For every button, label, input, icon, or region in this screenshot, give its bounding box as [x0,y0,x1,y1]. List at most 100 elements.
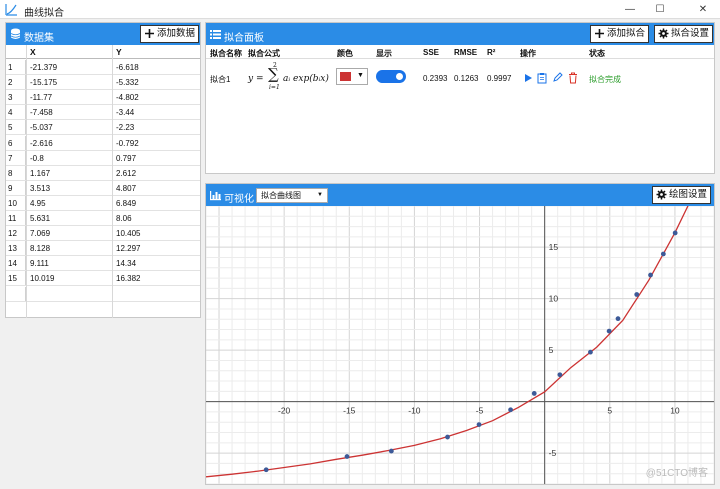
x-tick-label: -15 [343,406,356,416]
cell-x: -7.458 [30,108,53,118]
visualization-header: 可视化 拟合曲线图 ▼ 绘图设置 [206,184,714,206]
gear-icon [658,28,669,39]
index-column-divider [26,45,27,318]
cell-y: -2.23 [116,123,135,133]
data-point [606,328,612,334]
cell-y: 12.297 [116,244,141,254]
row-index: 12 [6,226,26,241]
header-r2: R² [487,48,496,57]
play-icon[interactable] [523,73,533,83]
fit-row[interactable]: 拟合1 y = 2 ∑ i=1 aᵢ exp(bᵢx) ▼ 0.2393 0.1… [206,60,714,100]
table-header: X Y [6,45,200,59]
header-rmse: RMSE [454,48,478,57]
data-point [531,391,537,396]
cell-y: 8.06 [116,214,132,223]
row-index [6,286,26,301]
table-row[interactable]: 1 -21.379 -6.618 [6,60,200,76]
row-index: 10 [6,195,26,210]
plot-type-select[interactable]: 拟合曲线图 ▼ [256,188,328,203]
formula-sum-bottom: i=1 [269,84,280,91]
row-index: 7 [6,150,26,165]
clipboard-icon[interactable] [537,72,547,84]
table-row[interactable]: 12 7.069 10.405 [6,226,200,242]
column-header-x: X [30,47,36,57]
row-index: 11 [6,211,26,226]
fit-name: 拟合1 [210,75,231,84]
x-tick-label: 5 [607,406,612,416]
cell-x: -2.616 [30,138,53,148]
plus-icon [145,29,154,38]
table-row[interactable]: 14 9.111 14.34 [6,256,200,272]
table-row[interactable]: 9 3.513 4.807 [6,180,200,196]
cell-x: 3.513 [30,183,51,193]
cell-x: 5.631 [30,214,51,223]
bar-chart-icon [210,191,221,201]
data-point [388,448,394,454]
cell-y: 6.849 [116,198,137,208]
plus-icon [595,29,604,38]
add-fit-button[interactable]: 添加拟合 [590,25,650,43]
data-point [344,454,350,459]
gear-icon [656,189,667,200]
show-toggle[interactable] [376,70,406,83]
maximize-button[interactable]: ☐ [647,0,673,19]
y-tick-label: 10 [549,294,559,304]
minimize-button[interactable]: — [617,0,643,19]
table-row[interactable]: 2 -15.175 -5.332 [6,75,200,91]
y-tick-label: 15 [549,242,559,252]
add-data-button[interactable]: 添加数据 [140,25,200,43]
fit-settings-button[interactable]: 拟合设置 [654,25,714,43]
chevron-down-icon: ▼ [357,72,364,79]
data-point [615,316,621,322]
row-index: 15 [6,271,26,286]
data-point [445,434,450,440]
cell-y: 16.382 [116,274,141,284]
r2-value: 0.9997 [487,74,512,83]
rmse-value: 0.1263 [454,74,479,83]
row-index: 13 [6,241,26,256]
data-point [557,372,563,378]
trash-icon[interactable] [568,72,578,84]
dataset-title: 数据集 [24,33,54,44]
curve-app-icon [5,4,17,16]
color-picker[interactable]: ▼ [336,68,368,85]
x-tick-label: -10 [408,406,421,416]
data-point [634,292,640,297]
table-row[interactable]: 8 1.167 2.612 [6,165,200,181]
table-row[interactable]: 11 5.631 8.06 [6,211,200,227]
fit-panel-header: 拟合面板 添加拟合 拟合设置 [206,23,714,45]
close-button[interactable]: ✕ [690,0,716,19]
table-row[interactable]: 3 -11.77 -4.802 [6,90,200,106]
table-row[interactable]: 6 -2.616 -0.792 [6,135,200,151]
cell-y: 14.34 [116,259,137,269]
pencil-icon[interactable] [552,72,563,83]
table-row[interactable]: 7 -0.8 0.797 [6,150,200,166]
add-fit-label: 添加拟合 [607,28,646,39]
fit-plot[interactable]: -20 -15 -10 -5 5 10 -5 5 10 15 [206,206,714,484]
fit-settings-label: 拟合设置 [671,28,710,39]
table-row[interactable]: 5 -5.037 -2.23 [6,120,200,136]
table-row[interactable]: 4 -7.458 -3.44 [6,105,200,121]
dataset-panel: 数据集 添加数据 X Y 1 -21.379 -6.618 2 -15.175 -5.33… [5,22,201,318]
row-index: 5 [6,120,26,135]
header-fit-formula: 拟合公式 [248,49,280,58]
data-point [508,407,513,413]
x-tick-label: 10 [670,406,680,416]
table-row[interactable]: 10 4.95 6.849 [6,195,200,211]
database-icon [10,28,21,39]
data-point [672,230,678,236]
cell-y: -0.792 [116,138,139,148]
formula-body: aᵢ exp(bᵢx) [283,74,329,84]
table-row[interactable]: 13 8.128 12.297 [6,241,200,257]
table-row[interactable]: 15 10.019 16.382 [6,271,200,287]
plot-settings-button[interactable]: 绘图设置 [652,186,712,204]
chevron-down-icon: ▼ [317,192,323,198]
window-title: 曲线拟合 [24,8,64,19]
empty-row[interactable] [6,286,200,302]
cell-x: 1.167 [30,168,51,178]
cell-y: -5.332 [116,78,139,88]
data-point [588,349,593,355]
status-text: 拟合完成 [589,75,621,84]
title-bar: 曲线拟合 — ☐ ✕ [0,0,720,19]
y-tick-label: -5 [549,448,557,458]
